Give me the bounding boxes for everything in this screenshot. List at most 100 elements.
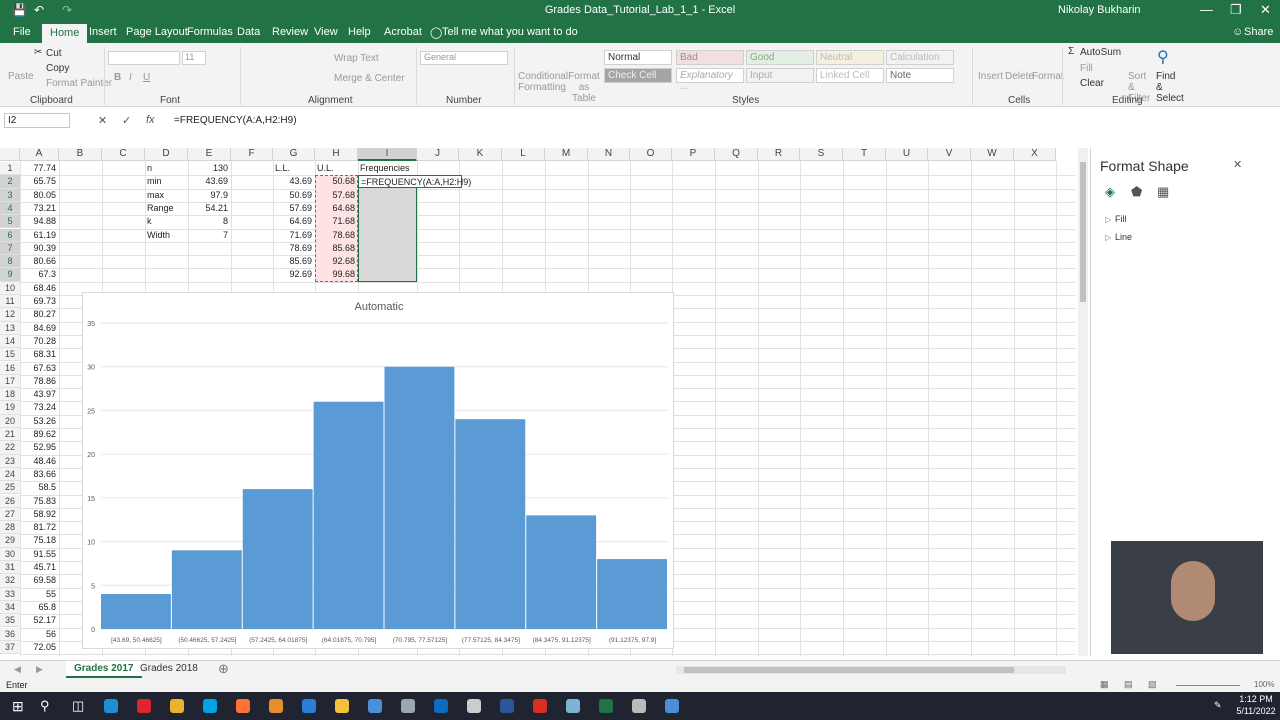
cell-a[interactable]: 69.58: [20, 574, 59, 587]
row-header[interactable]: 29: [0, 534, 20, 548]
opera-icon[interactable]: [137, 699, 151, 713]
cut-button[interactable]: Cut: [46, 48, 62, 59]
ul-value[interactable]: 92.68: [315, 255, 358, 268]
app-icon[interactable]: [269, 699, 283, 713]
style-input[interactable]: Input: [746, 68, 814, 83]
stat-value[interactable]: 43.69: [188, 175, 231, 188]
cell-a[interactable]: 73.21: [20, 202, 59, 215]
row-header[interactable]: 25: [0, 481, 20, 495]
row-header[interactable]: 17: [0, 374, 20, 389]
style-good[interactable]: Good: [746, 50, 814, 65]
column-header[interactable]: N: [588, 148, 630, 161]
row-header[interactable]: 14: [0, 334, 20, 349]
style-note[interactable]: Note: [886, 68, 954, 83]
cell-a[interactable]: 89.62: [20, 428, 59, 441]
row-header[interactable]: 21: [0, 428, 20, 442]
cell-a[interactable]: 56: [20, 628, 59, 641]
column-header[interactable]: T: [843, 148, 886, 161]
expand-fill-icon[interactable]: ▷: [1105, 215, 1111, 224]
stat-label[interactable]: k: [147, 215, 187, 228]
row-header[interactable]: 30: [0, 547, 20, 561]
underline-button[interactable]: U: [143, 72, 150, 83]
format-painter-button[interactable]: Format Painter: [46, 78, 112, 89]
row-header[interactable]: 7: [0, 241, 20, 256]
style-check-cell[interactable]: Check Cell: [604, 68, 672, 83]
tab-page-layout[interactable]: Page Layout: [126, 26, 188, 38]
normal-view-icon[interactable]: ▦: [1100, 679, 1109, 690]
autosum-icon[interactable]: Σ: [1068, 46, 1074, 57]
paste-button[interactable]: Paste: [8, 71, 34, 82]
row-header[interactable]: 19: [0, 401, 20, 415]
line-section[interactable]: Line: [1115, 232, 1132, 242]
user-name[interactable]: Nikolay Bukharin: [1058, 4, 1141, 16]
number-format-select[interactable]: General: [420, 51, 508, 65]
column-header[interactable]: I: [358, 148, 417, 161]
tab-review[interactable]: Review: [272, 26, 308, 38]
find-icon[interactable]: ⚲: [1157, 47, 1169, 67]
fill-section[interactable]: Fill: [1115, 214, 1127, 224]
cell-a[interactable]: 55: [20, 588, 59, 601]
cell-a[interactable]: 68.31: [20, 348, 59, 361]
style-bad[interactable]: Bad: [676, 50, 744, 65]
word-icon[interactable]: [500, 699, 514, 713]
ul-value[interactable]: 85.68: [315, 242, 358, 255]
cell-a[interactable]: 65.8: [20, 601, 59, 614]
effects-icon[interactable]: ⬟: [1131, 184, 1142, 200]
column-header[interactable]: E: [188, 148, 231, 161]
cell-a[interactable]: 58.92: [20, 508, 59, 521]
sheet-tab-grades-2017[interactable]: Grades 2017: [66, 661, 142, 678]
cancel-icon[interactable]: ✕: [98, 114, 107, 127]
style-normal[interactable]: Normal: [604, 50, 672, 65]
row-header[interactable]: 32: [0, 574, 20, 588]
stat-value[interactable]: 130: [188, 162, 231, 175]
minimize-icon[interactable]: —: [1200, 2, 1213, 17]
clear-button[interactable]: Clear: [1080, 78, 1104, 89]
ul-value[interactable]: 78.68: [315, 229, 358, 242]
stat-label[interactable]: n: [147, 162, 187, 175]
cell-a[interactable]: 94.88: [20, 215, 59, 228]
row-header[interactable]: 4: [0, 201, 20, 216]
row-header[interactable]: 33: [0, 587, 20, 601]
row-header[interactable]: 36: [0, 627, 20, 641]
cell-a[interactable]: 65.75: [20, 175, 59, 188]
cell-a[interactable]: 80.05: [20, 189, 59, 202]
format-as-table-button[interactable]: Format as Table: [566, 71, 602, 104]
cell-a[interactable]: 67.3: [20, 268, 59, 281]
ll-value[interactable]: 57.69: [273, 202, 315, 215]
ul-value[interactable]: 57.68: [315, 189, 358, 202]
tab-file[interactable]: File: [13, 26, 31, 38]
column-header[interactable]: A: [20, 148, 59, 161]
column-header[interactable]: J: [417, 148, 459, 161]
row-header[interactable]: 24: [0, 467, 20, 482]
column-header[interactable]: R: [758, 148, 800, 161]
row-header[interactable]: 31: [0, 561, 20, 575]
mail-icon[interactable]: [302, 699, 316, 713]
formula-input[interactable]: =FREQUENCY(A:A,H2:H9): [174, 115, 297, 126]
merge-center-button[interactable]: Merge & Center: [334, 73, 405, 84]
ll-value[interactable]: 85.69: [273, 255, 315, 268]
app-icon-3[interactable]: [467, 699, 481, 713]
cell-a[interactable]: 69.73: [20, 295, 59, 308]
stat-label[interactable]: Range: [147, 202, 187, 215]
cell-a[interactable]: 80.27: [20, 308, 59, 321]
insert-function-icon[interactable]: fx: [146, 114, 155, 126]
style-linked-cell[interactable]: Linked Cell: [816, 68, 884, 83]
active-cell-i2[interactable]: =FREQUENCY(A:A,H2:H9): [358, 175, 471, 189]
row-header[interactable]: 11: [0, 295, 20, 309]
ll-value[interactable]: 92.69: [273, 268, 315, 281]
share-button[interactable]: Share: [1244, 26, 1273, 38]
column-header[interactable]: V: [928, 148, 971, 161]
cell-a[interactable]: 83.66: [20, 468, 59, 481]
expand-line-icon[interactable]: ▷: [1105, 233, 1111, 242]
outlook-icon[interactable]: [434, 699, 448, 713]
column-header[interactable]: S: [800, 148, 843, 161]
ul-value[interactable]: 99.68: [315, 268, 358, 281]
fill-button[interactable]: Fill: [1080, 63, 1093, 74]
column-header[interactable]: P: [672, 148, 715, 161]
app-icon-2[interactable]: [401, 699, 415, 713]
row-header[interactable]: 9: [0, 268, 20, 282]
add-sheet-icon[interactable]: ⊕: [218, 661, 229, 677]
row-header[interactable]: 1: [0, 162, 20, 176]
restore-icon[interactable]: ❐: [1230, 2, 1242, 18]
pen-icon[interactable]: ✎: [1214, 700, 1222, 711]
